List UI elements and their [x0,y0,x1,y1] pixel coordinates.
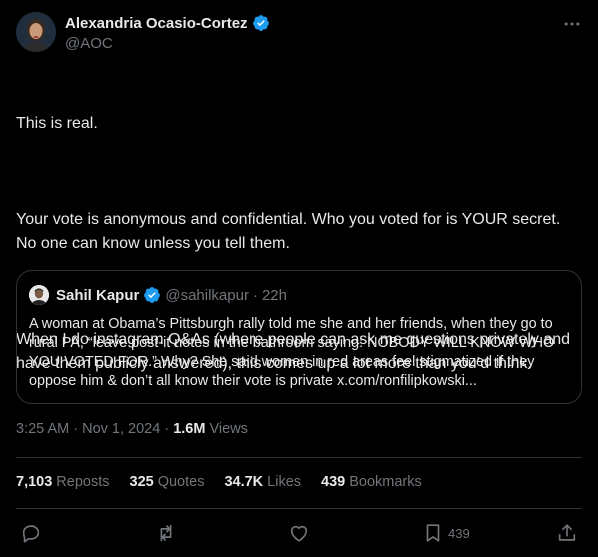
tweet-paragraph: Your vote is anonymous and confidential.… [16,211,565,252]
reply-icon [22,525,40,543]
separator-dot: · [164,421,170,437]
quoted-tweet-text: A woman at Obama’s Pittsburgh rally told… [29,316,555,389]
quoted-tweet-card[interactable]: Sahil Kapur @sahilkapur · 22h A woman at… [16,270,582,404]
engagement-stats: 7,103 Reposts 325 Quotes 34.7K Likes 439 Boo… [16,474,422,490]
repost-icon [160,524,172,542]
stat-label: Reposts [56,474,110,490]
stat-count: 7,103 [16,474,53,490]
tweet-date[interactable]: Nov 1, 2024 [82,421,160,437]
reposts-stat[interactable]: 7,103 Reposts [16,474,110,490]
verified-badge-icon [252,15,269,31]
share-icon [558,524,576,541]
share-button[interactable] [556,518,578,548]
quoted-author-handle: @sahilkapur [165,286,249,304]
tweet-paragraph: This is real. [16,115,98,132]
avatar[interactable] [16,12,56,52]
quoted-avatar [29,285,49,305]
tweet-header: Alexandria Ocasio-Cortez @AOC [16,12,582,56]
stat-count: 325 [129,474,154,490]
divider [16,457,582,458]
bookmark-count: 439 [448,525,470,541]
action-bar: 439 [16,518,582,548]
bookmarks-stat[interactable]: 439 Bookmarks [321,474,422,490]
stat-count: 34.7K [224,474,264,490]
reply-button[interactable] [20,518,42,548]
views-count: 1.6M [173,421,206,437]
quoted-author-name: Sahil Kapur [56,286,140,304]
stat-count: 439 [321,474,346,490]
separator-dot: · [73,421,79,437]
quoted-tweet-header: Sahil Kapur @sahilkapur · 22h [29,285,287,305]
views-label: Views [209,421,248,437]
bookmark-icon [426,524,440,542]
heart-icon [290,525,308,542]
divider [16,508,582,509]
author-handle[interactable]: @AOC [65,35,113,52]
more-options-icon[interactable] [562,14,582,34]
verified-badge-icon [144,287,161,303]
like-button[interactable] [288,518,310,548]
author-name[interactable]: Alexandria Ocasio-Cortez [65,15,248,32]
tweet-meta: 3:25 AM · Nov 1, 2024 · 1.6M Views [16,421,248,437]
repost-button[interactable] [155,518,177,548]
separator-dot: · [252,286,258,304]
stat-label: Quotes [157,474,205,490]
bookmark-button[interactable]: 439 [422,518,470,548]
stat-label: Likes [267,474,302,490]
quotes-stat[interactable]: 325 Quotes [130,474,205,490]
tweet-detail: Alexandria Ocasio-Cortez @AOC This is re… [0,0,598,557]
tweet-time[interactable]: 3:25 AM [16,421,69,437]
stat-label: Bookmarks [349,474,422,490]
likes-stat[interactable]: 34.7K Likes [224,474,301,490]
quoted-timestamp: 22h [261,286,287,304]
